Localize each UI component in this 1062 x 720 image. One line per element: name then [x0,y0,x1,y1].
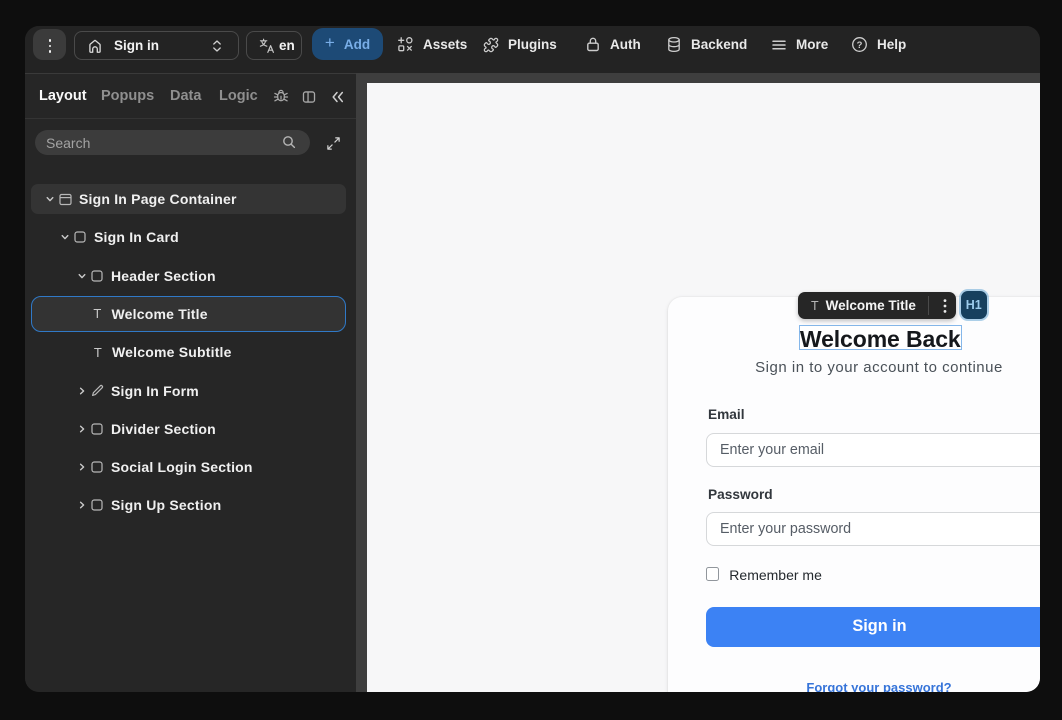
svg-text:?: ? [857,40,863,51]
